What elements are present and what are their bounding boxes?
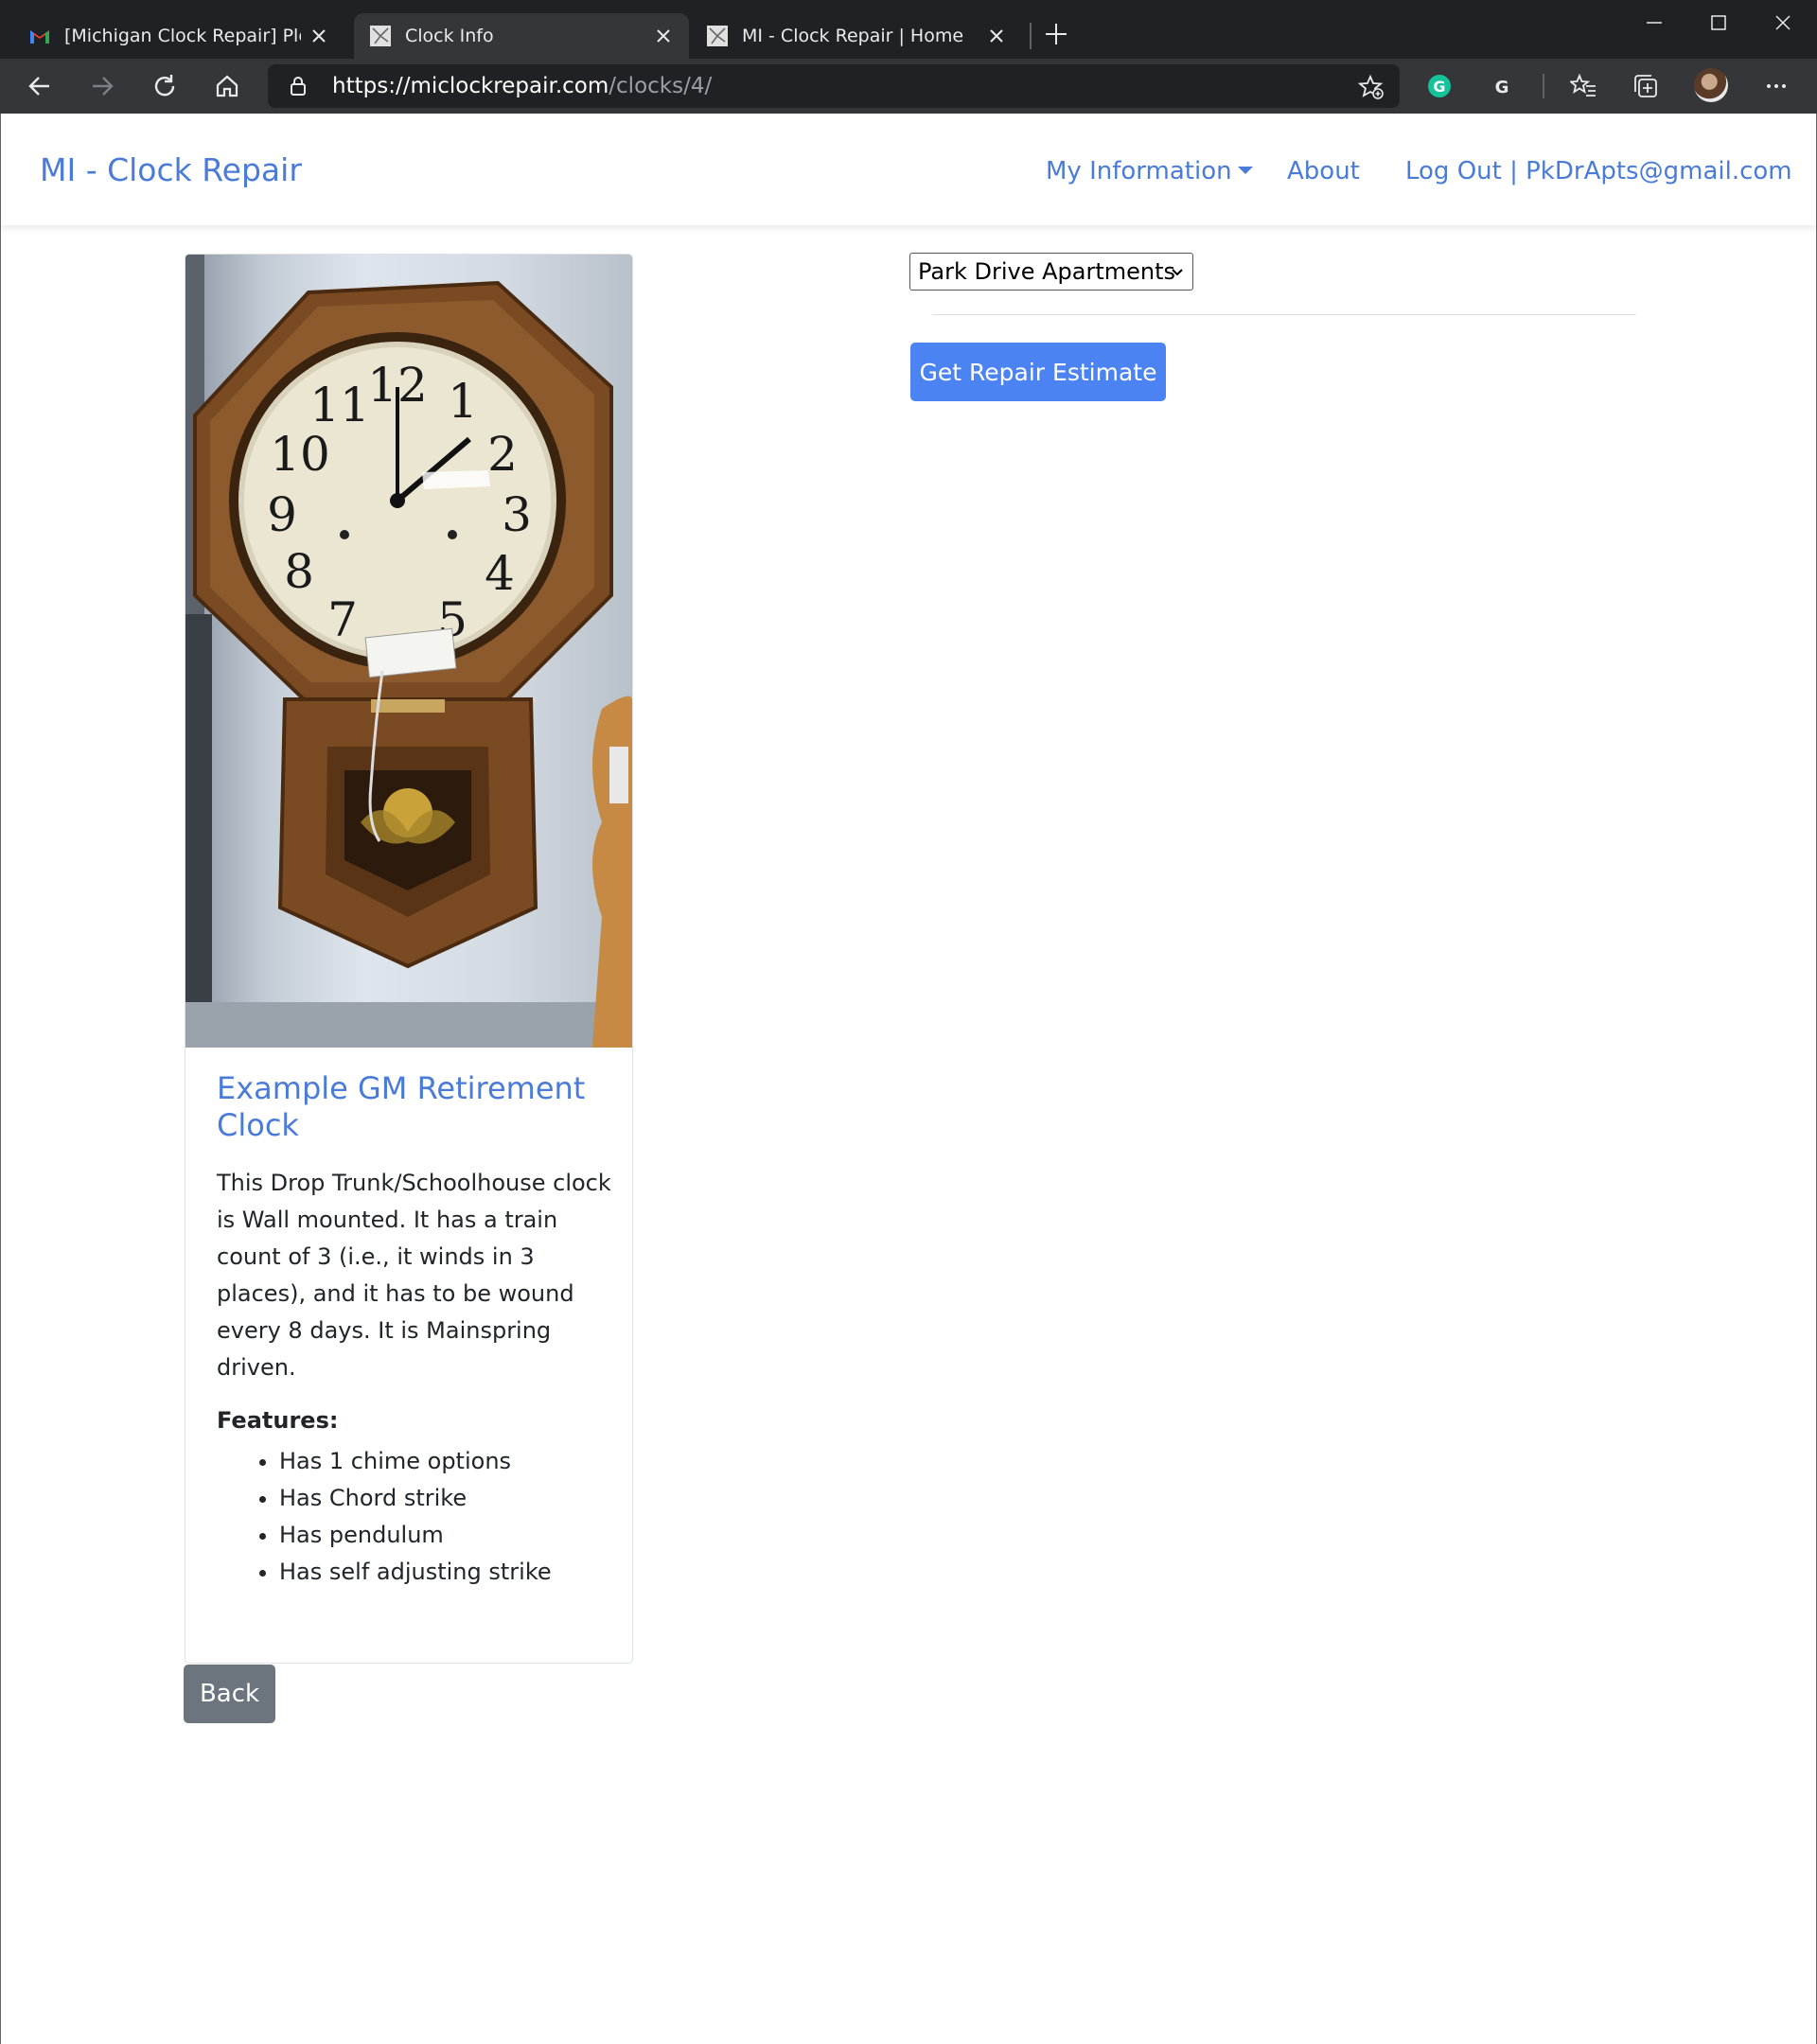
clock-card: 12 1 2 3 4 5 7 8 9 10 11 Example GM Reti… xyxy=(185,254,633,1664)
svg-text:9: 9 xyxy=(267,487,297,542)
svg-text:G: G xyxy=(1433,78,1445,96)
svg-text:11: 11 xyxy=(309,378,370,432)
location-select[interactable]: Park Drive Apartments xyxy=(909,253,1193,291)
nav-logout[interactable]: Log Out | PkDrApts@gmail.com xyxy=(1405,157,1792,185)
nav-my-information[interactable]: My Information xyxy=(1046,157,1253,185)
tab-title: Clock Info xyxy=(405,26,494,46)
forward-icon[interactable] xyxy=(83,67,121,105)
collections-icon[interactable] xyxy=(1630,70,1662,102)
tab-gmail[interactable]: [Michigan Clock Repair] Please C xyxy=(13,13,344,59)
card-body: Example GM Retirement Clock This Drop Tr… xyxy=(217,1070,614,1591)
lock-icon[interactable] xyxy=(287,75,309,97)
back-icon[interactable] xyxy=(21,67,59,105)
svg-text:G: G xyxy=(1495,78,1509,97)
url-text: https://miclockrepair.com/clocks/4/ xyxy=(332,74,712,98)
features-heading: Features: xyxy=(217,1407,339,1434)
tab-clock-info[interactable]: Clock Info xyxy=(354,13,689,59)
get-repair-estimate-button[interactable]: Get Repair Estimate xyxy=(910,343,1166,401)
location-select-value: Park Drive Apartments xyxy=(918,258,1176,285)
site-brand[interactable]: MI - Clock Repair xyxy=(40,151,302,188)
back-button[interactable]: Back xyxy=(184,1665,275,1723)
plus-icon[interactable] xyxy=(1043,21,1069,47)
url-host: https://miclockrepair.com xyxy=(332,74,609,98)
tab-separator xyxy=(1030,23,1032,49)
reload-icon[interactable] xyxy=(146,67,184,105)
svg-text:10: 10 xyxy=(270,427,330,482)
svg-text:2: 2 xyxy=(487,427,518,482)
favorites-icon[interactable] xyxy=(1567,70,1599,102)
maximize-icon[interactable] xyxy=(1700,8,1738,38)
tab-title: MI - Clock Repair | Home xyxy=(742,26,964,46)
profile-avatar[interactable] xyxy=(1694,68,1728,102)
caret-down-icon xyxy=(1237,167,1253,174)
clock-title: Example GM Retirement Clock xyxy=(217,1070,586,1143)
close-icon[interactable] xyxy=(309,26,329,46)
list-item: Has Chord strike xyxy=(279,1480,614,1517)
svg-text:4: 4 xyxy=(485,546,515,601)
grammarly-icon[interactable]: G xyxy=(1423,70,1455,102)
browser-toolbar: https://miclockrepair.com/clocks/4/ G G xyxy=(0,59,1817,114)
tab-home[interactable]: MI - Clock Repair | Home xyxy=(691,13,1022,59)
toolbar-separator xyxy=(1543,74,1544,98)
site-favicon xyxy=(707,26,728,46)
url-path: /clocks/4/ xyxy=(609,74,713,98)
features-list: Has 1 chime options Has Chord strike Has… xyxy=(217,1443,614,1591)
more-icon[interactable] xyxy=(1760,70,1792,102)
address-bar[interactable]: https://miclockrepair.com/clocks/4/ xyxy=(268,64,1400,108)
gmail-icon xyxy=(30,30,49,44)
window-close-icon[interactable] xyxy=(1764,8,1802,38)
page-content: MI - Clock Repair My Information About L… xyxy=(0,114,1817,2044)
clock-description: This Drop Trunk/Schoolhouse clock is Wal… xyxy=(217,1170,611,1381)
close-icon[interactable] xyxy=(653,26,674,46)
tab-title: [Michigan Clock Repair] Please C xyxy=(64,26,301,46)
svg-text:8: 8 xyxy=(284,544,314,599)
list-item: Has self adjusting strike xyxy=(279,1554,614,1591)
list-item: Has 1 chime options xyxy=(279,1443,614,1480)
list-item: Has pendulum xyxy=(279,1517,614,1554)
svg-text:7: 7 xyxy=(327,592,358,647)
svg-text:3: 3 xyxy=(502,487,532,542)
browser-tabstrip: [Michigan Clock Repair] Please C Clock I… xyxy=(0,0,1817,59)
close-icon[interactable] xyxy=(986,26,1007,46)
nav-about[interactable]: About xyxy=(1287,157,1360,185)
divider xyxy=(932,314,1636,315)
favorite-add-icon[interactable] xyxy=(1358,74,1385,100)
chevron-down-icon xyxy=(1172,269,1183,276)
site-favicon xyxy=(370,26,391,46)
clock-image: 12 1 2 3 4 5 7 8 9 10 11 xyxy=(185,255,632,1048)
svg-text:1: 1 xyxy=(448,374,478,429)
minimize-icon[interactable] xyxy=(1635,8,1673,38)
site-navbar: MI - Clock Repair My Information About L… xyxy=(1,114,1816,225)
extension-g-icon[interactable]: G xyxy=(1486,70,1518,102)
home-icon[interactable] xyxy=(208,67,246,105)
nav-my-information-label: My Information xyxy=(1046,157,1232,185)
